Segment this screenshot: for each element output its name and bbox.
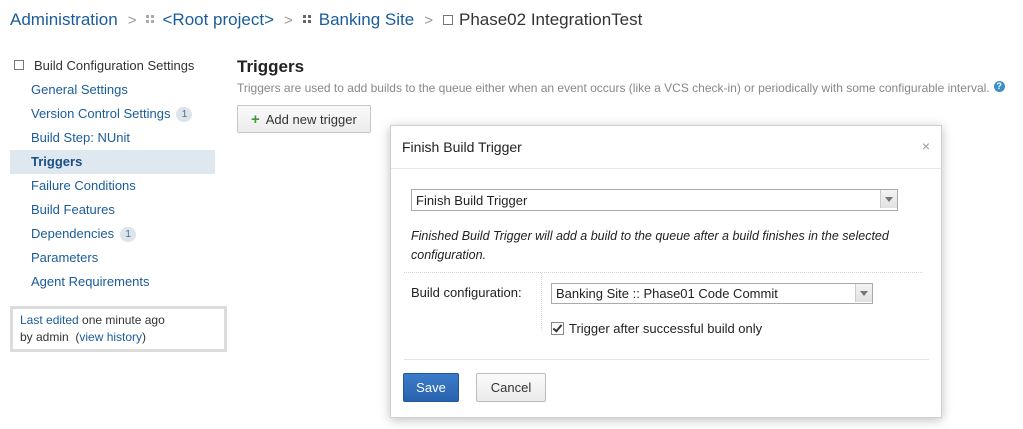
project-icon <box>146 15 156 25</box>
chevron-down-icon[interactable] <box>855 284 872 302</box>
settings-sidebar: Build Configuration Settings General Set… <box>10 55 227 352</box>
sidebar-title: Build Configuration Settings <box>10 55 215 75</box>
sidebar-item-build-features[interactable]: Build Features <box>10 198 215 222</box>
finish-build-trigger-dialog: Finish Build Trigger × Finish Build Trig… <box>390 125 942 418</box>
sidebar-item-label: Version Control Settings <box>31 106 171 121</box>
sidebar-item-parameters[interactable]: Parameters <box>10 246 215 270</box>
breadcrumb-separator: > <box>424 11 433 29</box>
edited-close-paren: ) <box>142 330 147 344</box>
last-edited-time: one minute ago <box>78 313 165 327</box>
build-configuration-label: Build configuration: <box>411 285 522 300</box>
sidebar-item-label: Failure Conditions <box>31 178 136 193</box>
breadcrumb-root-project[interactable]: <Root project> <box>162 10 274 30</box>
successful-build-only-checkbox[interactable] <box>551 322 564 335</box>
divider <box>541 273 542 330</box>
dialog-title: Finish Build Trigger <box>402 139 522 155</box>
sidebar-item-triggers[interactable]: Triggers <box>10 150 215 174</box>
divider <box>404 359 929 360</box>
project-icon <box>302 15 313 25</box>
sidebar-list: General Settings Version Control Setting… <box>10 78 215 294</box>
breadcrumb: Administration > <Root project> > Bankin… <box>10 8 642 32</box>
build-configuration-value: Banking Site :: Phase01 Code Commit <box>556 286 778 301</box>
build-configuration-select[interactable]: Banking Site :: Phase01 Code Commit <box>551 283 873 304</box>
build-config-icon <box>14 60 24 70</box>
last-edited-box: Last edited one minute ago by admin (vie… <box>10 306 227 352</box>
triggers-description-text: Triggers are used to add builds to the q… <box>237 81 990 95</box>
sidebar-item-label: Agent Requirements <box>31 274 150 289</box>
breadcrumb-separator: > <box>127 11 137 29</box>
sidebar-item-label: Parameters <box>31 250 99 265</box>
page-title: Triggers <box>237 57 305 76</box>
sidebar-item-label: Build Step: NUnit <box>31 130 130 145</box>
breadcrumb-banking-site[interactable]: Banking Site <box>319 10 414 30</box>
breadcrumb-administration[interactable]: Administration <box>10 10 118 30</box>
view-history-link[interactable]: view history <box>79 330 142 344</box>
breadcrumb-separator: > <box>284 11 293 29</box>
add-new-trigger-label: Add new trigger <box>265 111 357 127</box>
add-new-trigger-button[interactable]: + Add new trigger <box>237 105 371 133</box>
edited-by-text: by admin ( <box>20 330 80 344</box>
sidebar-item-build-step[interactable]: Build Step: NUnit <box>10 126 215 150</box>
sidebar-item-label: Dependencies <box>31 226 115 241</box>
chevron-down-icon[interactable] <box>880 190 897 208</box>
trigger-type-value: Finish Build Trigger <box>416 193 528 208</box>
save-button[interactable]: Save <box>403 373 459 402</box>
main-content: Triggers Triggers are used to add builds… <box>237 55 1023 133</box>
last-edited-link[interactable]: Last edited <box>20 313 79 327</box>
breadcrumb-current-config: Phase02 IntegrationTest <box>458 10 643 29</box>
cancel-button[interactable]: Cancel <box>476 373 546 402</box>
dialog-header: Finish Build Trigger <box>391 126 941 169</box>
divider <box>404 272 923 273</box>
sidebar-item-label: General Settings <box>31 82 128 97</box>
count-badge: 1 <box>176 106 193 122</box>
successful-build-only-option: Trigger after successful build only <box>551 321 762 336</box>
sidebar-title-label: Build Configuration Settings <box>34 57 195 73</box>
sidebar-item-general-settings[interactable]: General Settings <box>10 78 215 102</box>
sidebar-item-version-control-settings[interactable]: Version Control Settings 1 <box>10 102 215 126</box>
trigger-type-description: Finished Build Trigger will add a build … <box>411 229 889 262</box>
sidebar-item-dependencies[interactable]: Dependencies 1 <box>10 222 215 246</box>
successful-build-only-label[interactable]: Trigger after successful build only <box>569 321 762 336</box>
sidebar-item-label: Triggers <box>31 154 83 169</box>
help-icon[interactable]: ? <box>993 80 1005 92</box>
sidebar-item-agent-requirements[interactable]: Agent Requirements <box>10 270 215 294</box>
count-badge: 1 <box>120 226 137 242</box>
plus-icon: + <box>251 110 260 128</box>
build-config-icon <box>442 15 453 25</box>
trigger-type-select[interactable]: Finish Build Trigger <box>411 189 898 211</box>
triggers-description: Triggers are used to add builds to the q… <box>237 80 1023 95</box>
close-icon[interactable]: × <box>922 138 930 154</box>
sidebar-item-label: Build Features <box>31 202 115 217</box>
sidebar-item-failure-conditions[interactable]: Failure Conditions <box>10 174 215 198</box>
